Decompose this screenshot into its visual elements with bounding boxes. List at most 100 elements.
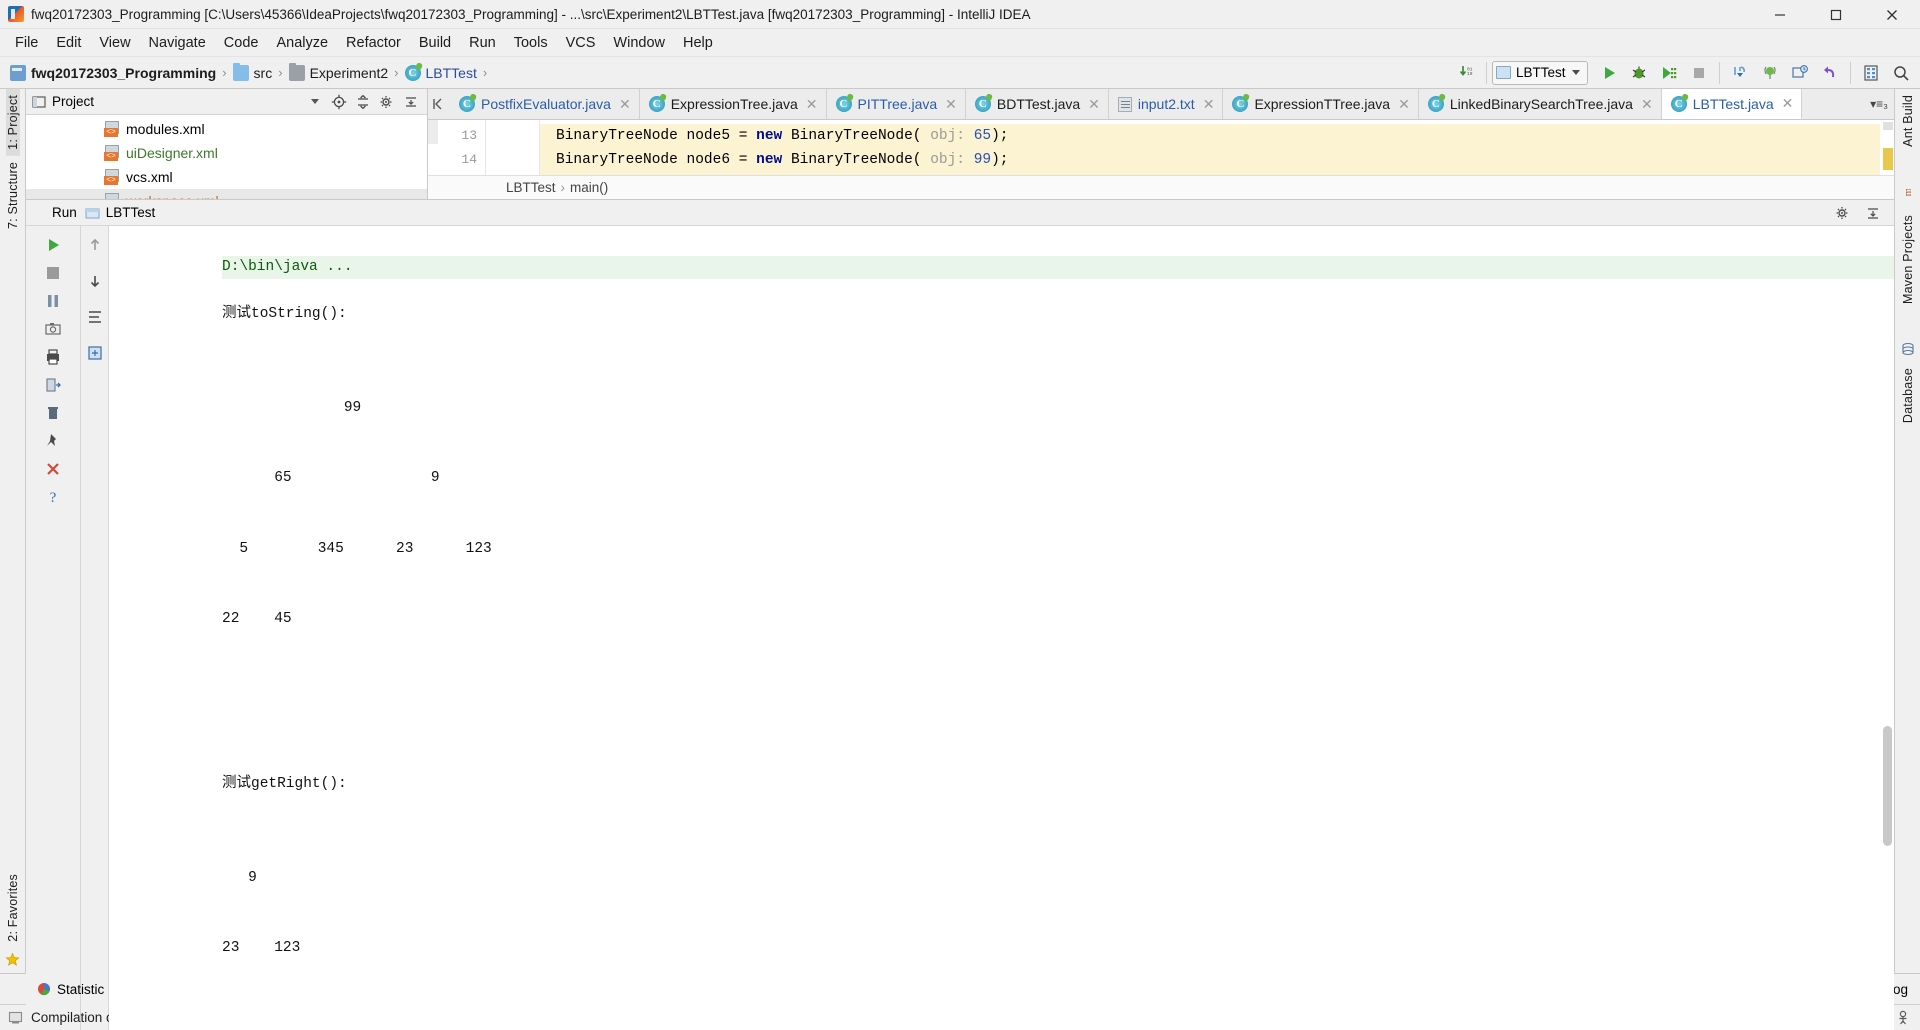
revert-icon[interactable] bbox=[1815, 59, 1845, 87]
close-icon[interactable]: ✕ bbox=[945, 96, 957, 113]
close-icon[interactable]: ✕ bbox=[619, 96, 631, 113]
menu-tools[interactable]: Tools bbox=[505, 32, 557, 54]
down-arrow-icon[interactable] bbox=[82, 268, 108, 294]
close-icon[interactable]: ✕ bbox=[1641, 96, 1653, 113]
run-panel-header: Run LBTTest bbox=[26, 200, 1894, 226]
view-breakpoints-icon[interactable] bbox=[1785, 59, 1815, 87]
line-number-gutter: 13 14 15 bbox=[428, 120, 486, 175]
tree-node-modules[interactable]: modules.xml bbox=[26, 117, 427, 141]
tool-window-button-maven[interactable]: Maven Projects bbox=[1901, 209, 1915, 310]
minimize-button[interactable] bbox=[1752, 0, 1808, 29]
editor-tab-linkedbinarysearchtree[interactable]: C LinkedBinarySearchTree.java ✕ bbox=[1418, 89, 1662, 119]
menu-build[interactable]: Build bbox=[410, 32, 460, 54]
up-arrow-icon[interactable] bbox=[82, 232, 108, 258]
console-scrollbar[interactable] bbox=[1883, 726, 1892, 846]
camera-icon[interactable] bbox=[40, 316, 66, 342]
run-config-tab-label: LBTTest bbox=[105, 205, 156, 220]
print-icon[interactable] bbox=[40, 344, 66, 370]
tool-window-button-favorites[interactable]: 2: Favorites bbox=[6, 868, 20, 948]
favorites-star-icon[interactable] bbox=[5, 948, 20, 973]
menu-edit[interactable]: Edit bbox=[47, 32, 90, 54]
settings-icon[interactable] bbox=[1828, 199, 1858, 227]
tab-list-toggle-icon[interactable] bbox=[428, 89, 450, 119]
menu-run[interactable]: Run bbox=[460, 32, 505, 54]
close-icon[interactable] bbox=[40, 456, 66, 482]
pin-icon[interactable] bbox=[40, 428, 66, 454]
menu-navigate[interactable]: Navigate bbox=[140, 32, 215, 54]
settings-icon[interactable] bbox=[375, 91, 399, 113]
console-output[interactable]: D:\bin\java ... 测试toString(): 99 65 9 5 … bbox=[109, 226, 1894, 1030]
update-project-icon[interactable]: 01 10 bbox=[1451, 59, 1481, 87]
soft-wrap-icon[interactable] bbox=[82, 304, 108, 330]
export-icon[interactable] bbox=[40, 372, 66, 398]
maximize-button[interactable] bbox=[1808, 0, 1864, 29]
search-everywhere-icon[interactable] bbox=[1886, 59, 1916, 87]
editor-tab-bdttest[interactable]: C BDTTest.java ✕ bbox=[965, 89, 1109, 119]
menu-analyze[interactable]: Analyze bbox=[267, 32, 337, 54]
stop-icon[interactable] bbox=[40, 260, 66, 286]
editor-tab-pittree[interactable]: C PITTree.java ✕ bbox=[826, 89, 966, 119]
run-with-coverage-button[interactable] bbox=[1654, 59, 1684, 87]
inspection-icon[interactable] bbox=[1896, 1010, 1910, 1025]
scroll-to-end-icon[interactable] bbox=[82, 340, 108, 366]
run-button[interactable] bbox=[1594, 59, 1624, 87]
close-button[interactable] bbox=[1864, 0, 1920, 29]
hide-panel-icon[interactable] bbox=[1858, 199, 1888, 227]
breadcrumb-src[interactable]: src bbox=[229, 62, 277, 83]
breadcrumb-project[interactable]: fwq20172303_Programming bbox=[6, 63, 220, 83]
collapse-all-icon[interactable] bbox=[351, 91, 375, 113]
editor-tab-input2[interactable]: input2.txt ✕ bbox=[1108, 89, 1224, 119]
close-icon[interactable]: ✕ bbox=[806, 96, 818, 113]
menu-refactor[interactable]: Refactor bbox=[337, 32, 410, 54]
editor-tab-strip: C PostfixEvaluator.java ✕ C ExpressionTr… bbox=[428, 89, 1894, 120]
tree-node-label: uiDesigner.xml bbox=[126, 145, 218, 161]
run-config-tab[interactable]: LBTTest bbox=[77, 205, 164, 220]
toggle-breakpoint-icon[interactable] bbox=[1755, 59, 1785, 87]
tree-node-uidesigner[interactable]: uiDesigner.xml bbox=[26, 141, 427, 165]
tool-window-button-database[interactable]: Database bbox=[1901, 362, 1915, 429]
structure-icon[interactable] bbox=[1856, 59, 1886, 87]
close-icon[interactable]: ✕ bbox=[1088, 96, 1100, 113]
tool-window-button-structure[interactable]: 7: Structure bbox=[6, 156, 20, 235]
debug-button[interactable] bbox=[1624, 59, 1654, 87]
chevron-down-icon[interactable] bbox=[311, 99, 319, 104]
tool-window-button-ant-build[interactable]: Ant Build bbox=[1901, 89, 1915, 153]
menu-view[interactable]: View bbox=[90, 32, 139, 54]
editor-tab-lbttest[interactable]: C LBTTest.java ✕ bbox=[1661, 89, 1803, 119]
stop-button[interactable] bbox=[1684, 59, 1714, 87]
code-editor[interactable]: 13 14 15 BinaryTreeNode node5 = new Bina… bbox=[428, 120, 1894, 175]
editor-tab-postfixevaluator[interactable]: C PostfixEvaluator.java ✕ bbox=[450, 89, 640, 119]
menu-window[interactable]: Window bbox=[604, 32, 674, 54]
close-icon[interactable]: ✕ bbox=[1398, 96, 1410, 113]
breadcrumb-separator: › bbox=[278, 65, 283, 80]
editor-marker-bar[interactable] bbox=[1880, 120, 1894, 175]
breadcrumb-method[interactable]: main() bbox=[570, 180, 608, 195]
menu-vcs[interactable]: VCS bbox=[557, 32, 605, 54]
chevron-down-icon bbox=[1571, 70, 1580, 75]
step-into-icon[interactable] bbox=[1725, 59, 1755, 87]
menu-file[interactable]: File bbox=[6, 32, 47, 54]
breadcrumb-experiment2[interactable]: Experiment2 bbox=[285, 62, 393, 83]
tool-window-button-project[interactable]: 1: Project bbox=[5, 89, 20, 156]
breadcrumb-lbttest[interactable]: C LBTTest bbox=[401, 63, 481, 83]
help-icon[interactable]: ? bbox=[40, 484, 66, 510]
tree-node-vcs[interactable]: vcs.xml bbox=[26, 165, 427, 189]
hide-panel-icon[interactable] bbox=[399, 91, 423, 113]
close-icon[interactable]: ✕ bbox=[1782, 95, 1794, 112]
tab-overflow-button[interactable]: ▾≡₃ bbox=[1864, 89, 1894, 119]
locate-icon[interactable] bbox=[327, 91, 351, 113]
tree-node-workspace[interactable]: workspace.xml bbox=[26, 189, 427, 199]
editor-tab-expressionttree[interactable]: C ExpressionTTree.java ✕ bbox=[1223, 89, 1419, 119]
close-icon[interactable]: ✕ bbox=[1203, 96, 1215, 113]
rerun-icon[interactable] bbox=[40, 232, 66, 258]
tool-button-statistic[interactable]: Statistic bbox=[26, 977, 115, 1002]
breadcrumb-class[interactable]: LBTTest bbox=[506, 180, 556, 195]
menu-code[interactable]: Code bbox=[215, 32, 268, 54]
editor-tab-label: input2.txt bbox=[1137, 96, 1195, 112]
pause-icon[interactable] bbox=[40, 288, 66, 314]
editor-tab-expressiontree[interactable]: C ExpressionTree.java ✕ bbox=[639, 89, 827, 119]
code-folding-column[interactable] bbox=[486, 120, 540, 175]
run-configuration-selector[interactable]: LBTTest bbox=[1492, 60, 1588, 85]
menu-help[interactable]: Help bbox=[674, 32, 722, 54]
trash-icon[interactable] bbox=[40, 400, 66, 426]
